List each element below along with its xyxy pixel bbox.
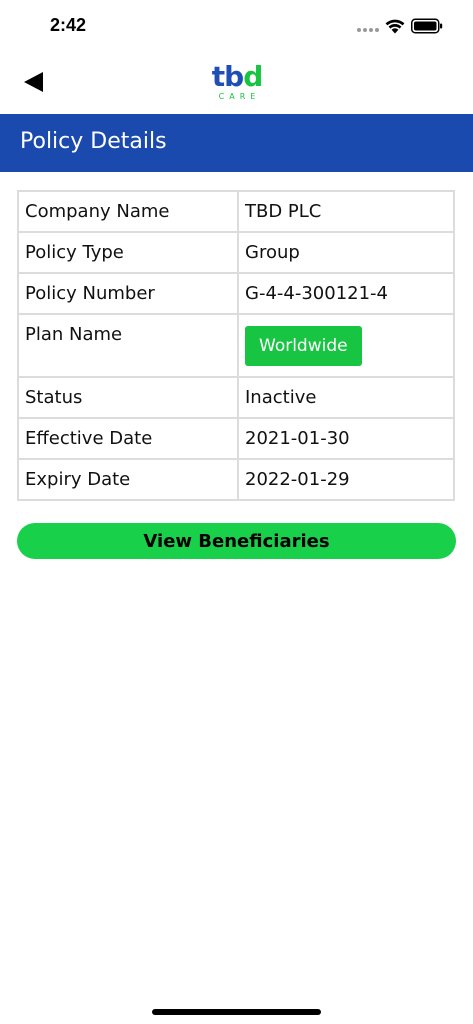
table-row: Policy Type Group — [17, 231, 455, 274]
expiry-date-label: Expiry Date — [17, 458, 239, 501]
status-label: Status — [17, 376, 239, 419]
logo-subtext: CARE — [218, 92, 261, 101]
title-band: Policy Details — [0, 114, 473, 172]
policy-number-value: G-4-4-300121-4 — [237, 272, 455, 315]
cellular-signal-icon — [357, 28, 379, 33]
table-row: Plan Name Worldwide — [17, 313, 455, 378]
policy-details-screen: 2:42 tbd CARE Policy Details Company Nam… — [0, 0, 473, 1024]
table-row: Effective Date 2021-01-30 — [17, 417, 455, 460]
status-time: 2:42 — [50, 15, 87, 35]
policy-details-table: Company Name TBD PLC Policy Type Group P… — [17, 190, 455, 501]
plan-name-badge: Worldwide — [245, 325, 362, 366]
policy-number-label: Policy Number — [17, 272, 239, 315]
back-icon — [24, 72, 43, 92]
expiry-date-value: 2022-01-29 — [237, 458, 455, 501]
logo-mark: tbd — [211, 63, 263, 91]
status-value: Inactive — [237, 376, 455, 419]
logo-mark-right: d — [243, 60, 263, 93]
home-indicator[interactable] — [152, 1009, 321, 1015]
status-bar: 2:42 — [0, 0, 473, 52]
effective-date-value: 2021-01-30 — [237, 417, 455, 460]
nav-header: tbd CARE — [0, 52, 473, 114]
wifi-icon — [385, 19, 405, 34]
back-button[interactable] — [16, 64, 52, 100]
policy-type-label: Policy Type — [17, 231, 239, 274]
plan-name-cell: Worldwide — [237, 313, 455, 378]
plan-name-label: Plan Name — [17, 313, 239, 378]
effective-date-label: Effective Date — [17, 417, 239, 460]
table-row: Policy Number G-4-4-300121-4 — [17, 272, 455, 315]
company-name-label: Company Name — [17, 190, 239, 233]
table-row: Company Name TBD PLC — [17, 190, 455, 233]
company-name-value: TBD PLC — [237, 190, 455, 233]
policy-type-value: Group — [237, 231, 455, 274]
tbd-care-logo: tbd CARE — [211, 63, 263, 104]
battery-icon — [411, 18, 443, 34]
view-beneficiaries-button[interactable]: View Beneficiaries — [17, 523, 456, 559]
table-row: Expiry Date 2022-01-29 — [17, 458, 455, 501]
logo-mark-left: tb — [211, 60, 244, 93]
page-title: Policy Details — [20, 129, 167, 154]
table-row: Status Inactive — [17, 376, 455, 419]
